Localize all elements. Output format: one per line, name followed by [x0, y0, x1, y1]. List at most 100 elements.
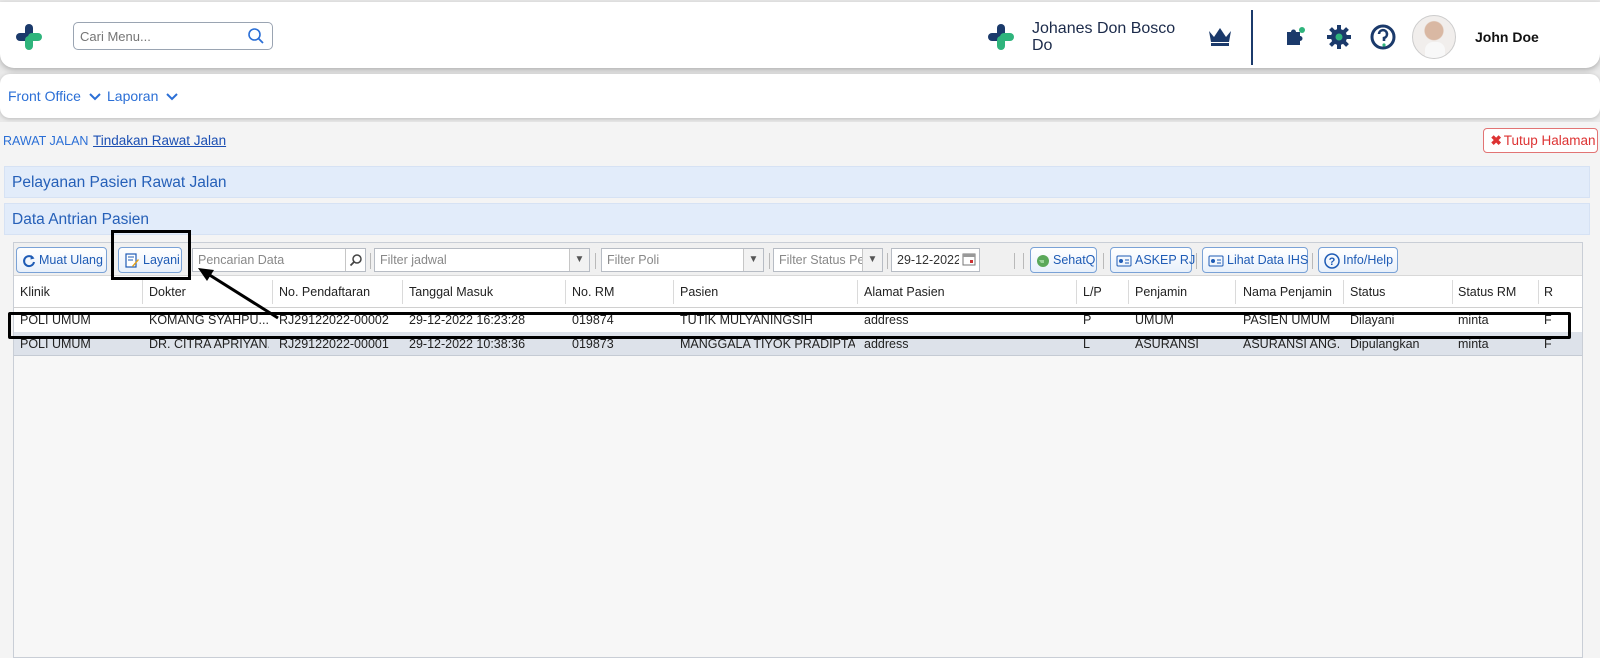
toolbar-separator: [1023, 253, 1024, 269]
column-header[interactable]: Dokter: [149, 285, 186, 299]
help-label: Info/Help: [1343, 253, 1394, 267]
date-value: 29-12-2022: [897, 253, 961, 267]
column-divider[interactable]: [565, 280, 566, 304]
column-header[interactable]: No. RM: [572, 285, 614, 299]
cell-alamat: address: [864, 337, 909, 351]
menu-search[interactable]: [73, 22, 273, 50]
column-divider[interactable]: [1128, 280, 1129, 304]
highlight-serve-button: [111, 230, 191, 280]
column-divider[interactable]: [142, 280, 143, 304]
cell-penjamin: ASURANSI: [1135, 337, 1199, 351]
column-header[interactable]: Status: [1350, 285, 1385, 299]
reload-label: Muat Ulang: [39, 253, 103, 267]
calendar-icon[interactable]: [959, 249, 979, 271]
column-header[interactable]: R: [1544, 285, 1553, 299]
puzzle-icon[interactable]: [1283, 24, 1307, 48]
status-filter-value: Filter Status Pel: [779, 253, 868, 267]
chevron-down-icon[interactable]: ▼: [743, 249, 763, 271]
column-header[interactable]: L/P: [1083, 285, 1102, 299]
cell-nama-penjamin: ASURANSI ANG...: [1243, 337, 1339, 351]
toolbar-separator: [370, 253, 371, 269]
column-divider[interactable]: [402, 280, 403, 304]
help-button[interactable]: ? Info/Help: [1318, 247, 1398, 273]
status-filter-select[interactable]: Filter Status Pel ▼: [773, 248, 883, 272]
grid-search-placeholder: Pencarian Data: [198, 253, 285, 267]
table-header: Klinik Dokter No. Pendaftaran Tanggal Ma…: [14, 276, 1582, 308]
cell-dokter: DR. CITRA APRIYAN...: [149, 337, 269, 351]
column-header[interactable]: Tanggal Masuk: [409, 285, 493, 299]
breadcrumb-section[interactable]: RAWAT JALAN: [3, 134, 88, 148]
avatar[interactable]: [1412, 15, 1456, 59]
column-divider[interactable]: [272, 280, 273, 304]
chevron-down-icon[interactable]: ▼: [862, 249, 882, 271]
column-header[interactable]: No. Pendaftaran: [279, 285, 370, 299]
close-page-label: Tutup Halaman: [1503, 133, 1596, 148]
menu-laporan-label: Laporan: [107, 88, 159, 104]
id-card-icon: [1208, 255, 1224, 267]
globe-icon: [1037, 254, 1049, 267]
queue-panel-header[interactable]: Data Antrian Pasien: [4, 203, 1590, 235]
column-header[interactable]: Penjamin: [1135, 285, 1187, 299]
ihs-data-button[interactable]: Lihat Data IHS: [1202, 247, 1308, 273]
breadcrumb-current-page[interactable]: Tindakan Rawat Jalan: [93, 133, 226, 148]
chevron-down-icon: [166, 93, 178, 101]
column-divider[interactable]: [1076, 280, 1077, 304]
content-area: Pelayanan Pasien Rawat Jalan Data Antria…: [0, 156, 1600, 658]
toolbar-separator: [887, 253, 888, 269]
cell-pasien: MANGGALA TIYOK PRADIPTA: [680, 337, 855, 351]
cell-no-rm: 019873: [572, 337, 614, 351]
ihs-data-label: Lihat Data IHS: [1227, 253, 1309, 267]
chevron-down-icon[interactable]: ▼: [569, 249, 589, 271]
poli-filter-value: Filter Poli: [607, 253, 660, 267]
toolbar-separator: [1014, 253, 1015, 269]
grid-search-input[interactable]: Pencarian Data: [192, 248, 366, 272]
schedule-filter-select[interactable]: Filter jadwal ▼: [374, 248, 590, 272]
crown-icon[interactable]: [1207, 25, 1233, 47]
column-header[interactable]: Nama Penjamin: [1243, 285, 1332, 299]
highlight-first-row: [8, 312, 1571, 339]
column-header[interactable]: Status RM: [1458, 285, 1516, 299]
column-divider[interactable]: [1235, 280, 1236, 304]
gear-icon[interactable]: [1326, 24, 1352, 50]
grid-toolbar: Muat Ulang Layani Pencarian Data Filter …: [14, 243, 1582, 276]
menu-front-office[interactable]: Front Office: [8, 88, 101, 104]
toolbar-separator: [1103, 253, 1104, 269]
sehatq-label: SehatQ: [1053, 253, 1096, 267]
toolbar-separator: [1312, 253, 1313, 269]
magnifier-icon[interactable]: [345, 249, 365, 271]
toolbar-separator: [1196, 253, 1197, 269]
column-divider[interactable]: [857, 280, 858, 304]
search-icon[interactable]: [247, 27, 265, 45]
cell-r: F: [1544, 337, 1552, 351]
column-header[interactable]: Klinik: [20, 285, 50, 299]
column-divider[interactable]: [1538, 280, 1539, 304]
queue-panel-title: Data Antrian Pasien: [12, 211, 150, 228]
cell-lp: L: [1083, 337, 1090, 351]
main-menu-bar: Front Office Laporan: [0, 74, 1600, 118]
askep-button[interactable]: ASKEP RJ: [1110, 247, 1196, 273]
column-divider[interactable]: [1343, 280, 1344, 304]
column-header[interactable]: Pasien: [680, 285, 718, 299]
cell-klinik: POLI UMUM: [20, 337, 91, 351]
service-panel-header[interactable]: Pelayanan Pasien Rawat Jalan: [4, 166, 1590, 198]
askep-label: ASKEP RJ: [1135, 253, 1196, 267]
user-name[interactable]: John Doe: [1475, 29, 1539, 45]
cell-tanggal-masuk: 29-12-2022 10:38:36: [409, 337, 526, 351]
breadcrumb: RAWAT JALAN Tindakan Rawat Jalan ✖ Tutup …: [0, 122, 1600, 156]
date-picker[interactable]: 29-12-2022: [891, 248, 980, 272]
menu-laporan[interactable]: Laporan: [107, 88, 178, 104]
poli-filter-select[interactable]: Filter Poli ▼: [601, 248, 764, 272]
sehatq-button[interactable]: SehatQ: [1030, 247, 1097, 273]
menu-search-input[interactable]: [74, 23, 239, 49]
column-header[interactable]: Alamat Pasien: [864, 285, 945, 299]
reload-button[interactable]: Muat Ulang: [16, 247, 107, 273]
cell-status-rm: minta: [1458, 337, 1489, 351]
close-page-button[interactable]: ✖ Tutup Halaman: [1483, 128, 1598, 153]
cell-no-pendaftaran: RJ29122022-00001: [279, 337, 389, 351]
column-divider[interactable]: [673, 280, 674, 304]
service-panel-title: Pelayanan Pasien Rawat Jalan: [12, 174, 227, 191]
help-support-icon[interactable]: [1369, 23, 1397, 51]
app-logo-icon[interactable]: [14, 22, 44, 52]
column-divider[interactable]: [1452, 280, 1453, 304]
close-icon: ✖: [1490, 133, 1502, 148]
